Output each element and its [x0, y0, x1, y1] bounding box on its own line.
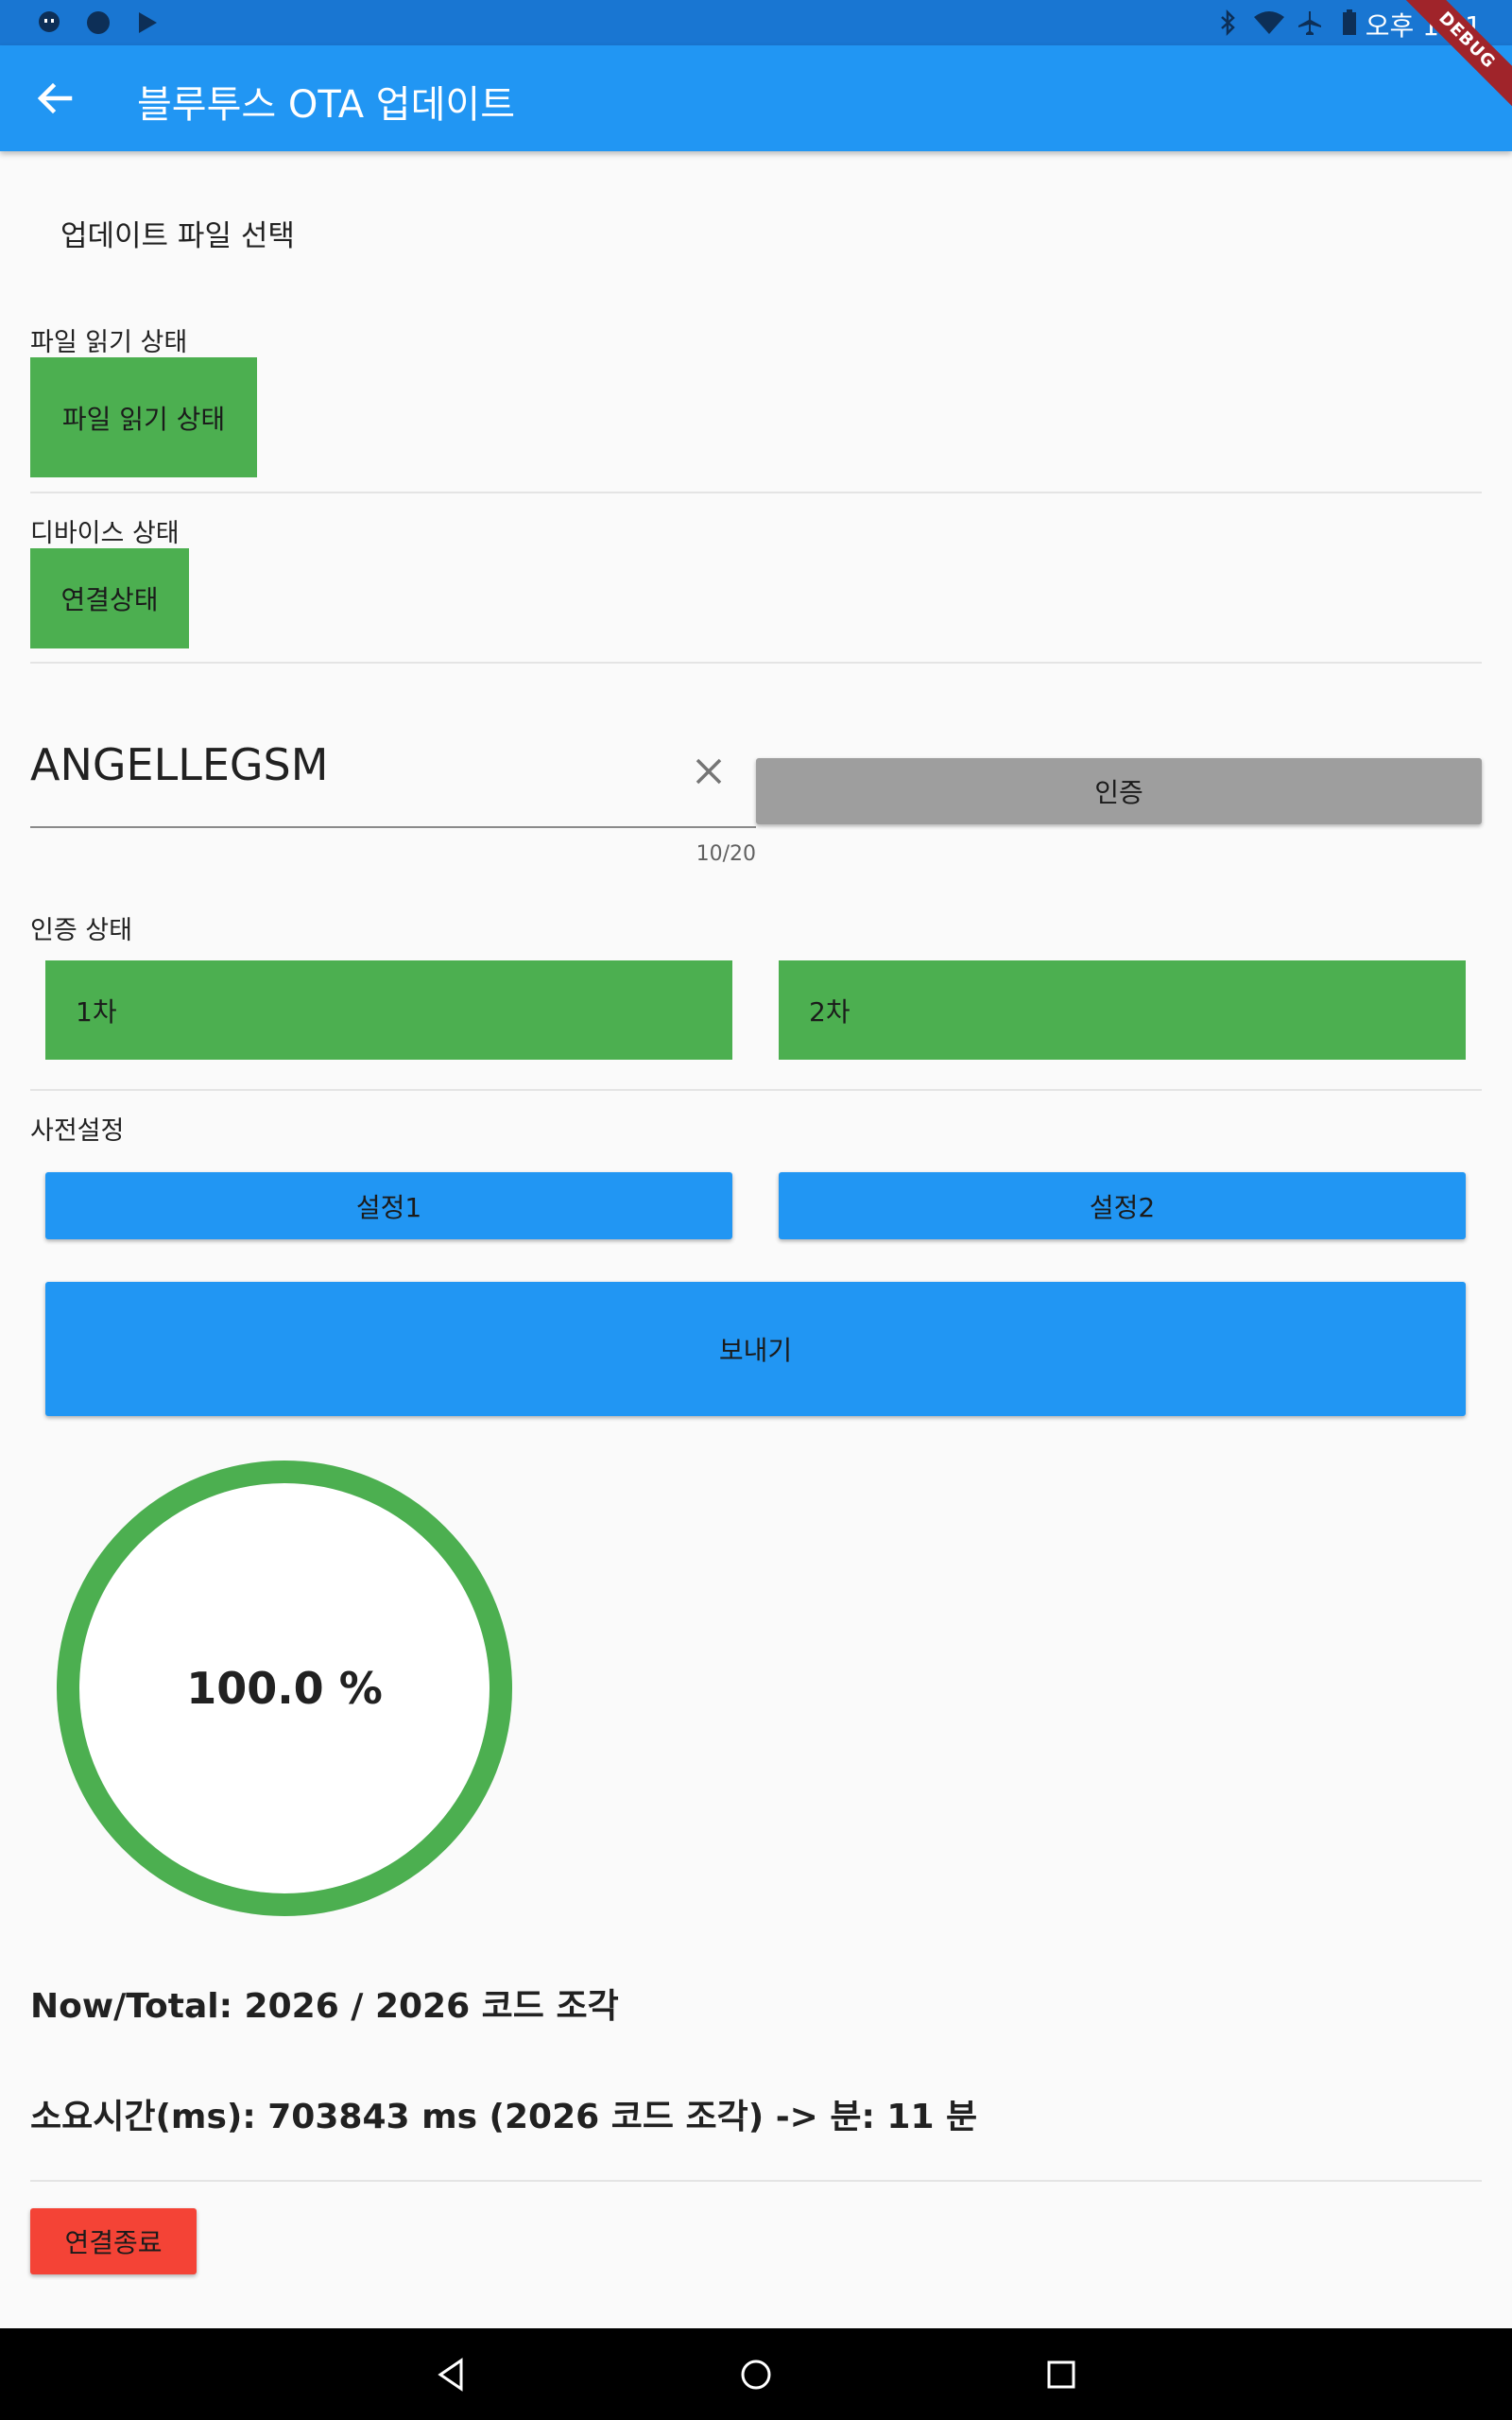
chat-icon: [39, 11, 60, 32]
setting1-button[interactable]: 설정1: [45, 1172, 732, 1239]
device-name-input[interactable]: ANGELLEGSM: [30, 739, 328, 790]
presets-label: 사전설정: [30, 1116, 125, 1146]
clear-icon[interactable]: [690, 752, 728, 790]
setting2-button[interactable]: 설정2: [779, 1172, 1466, 1239]
navigation-bar: [0, 2328, 1512, 2420]
circle-app-icon: [87, 11, 110, 34]
now-total-text: Now/Total: 2026 / 2026 코드 조각: [30, 1987, 619, 2026]
play-store-icon: [139, 12, 157, 33]
divider: [30, 492, 1482, 493]
auth-button[interactable]: 인증: [756, 758, 1482, 824]
page-title: 블루투스 OTA 업데이트: [137, 83, 516, 127]
select-file-label[interactable]: 업데이트 파일 선택: [60, 212, 295, 254]
status-bar: 오후 1:51: [0, 0, 1512, 45]
home-nav-icon[interactable]: [734, 2353, 778, 2396]
input-underline: [30, 826, 756, 828]
app-bar: 블루투스 OTA 업데이트: [0, 45, 1512, 151]
debug-banner-wrap: DEBUG: [1399, 0, 1512, 113]
wifi-icon: [1254, 11, 1284, 34]
progress-indicator: 100.0 %: [57, 1461, 512, 1916]
battery-icon: [1343, 9, 1356, 35]
disconnect-button[interactable]: 연결종료: [30, 2208, 197, 2274]
recents-nav-icon[interactable]: [1040, 2353, 1083, 2396]
airplane-icon: [1298, 11, 1321, 35]
file-read-status-label: 파일 읽기 상태: [30, 328, 188, 357]
divider: [30, 2180, 1482, 2182]
auth-status-label: 인증 상태: [30, 916, 132, 945]
input-counter: 10/20: [696, 842, 756, 866]
auth-status-second: 2차: [779, 960, 1466, 1060]
bluetooth-icon: [1221, 9, 1235, 36]
auth-status-first: 1차: [45, 960, 732, 1060]
arrow-back-icon[interactable]: [30, 74, 79, 123]
debug-banner: DEBUG: [1399, 0, 1512, 113]
file-read-status-badge: 파일 읽기 상태: [30, 357, 257, 477]
send-button[interactable]: 보내기: [45, 1282, 1466, 1416]
connection-status-badge: 연결상태: [30, 548, 189, 648]
back-nav-icon[interactable]: [429, 2353, 472, 2396]
device-status-label: 디바이스 상태: [30, 519, 180, 548]
progress-percent: 100.0 %: [186, 1663, 383, 1714]
elapsed-time-text: 소요시간(ms): 703843 ms (2026 코드 조각) -> 분: 1…: [30, 2098, 978, 2136]
divider: [30, 1089, 1482, 1091]
divider: [30, 662, 1482, 664]
